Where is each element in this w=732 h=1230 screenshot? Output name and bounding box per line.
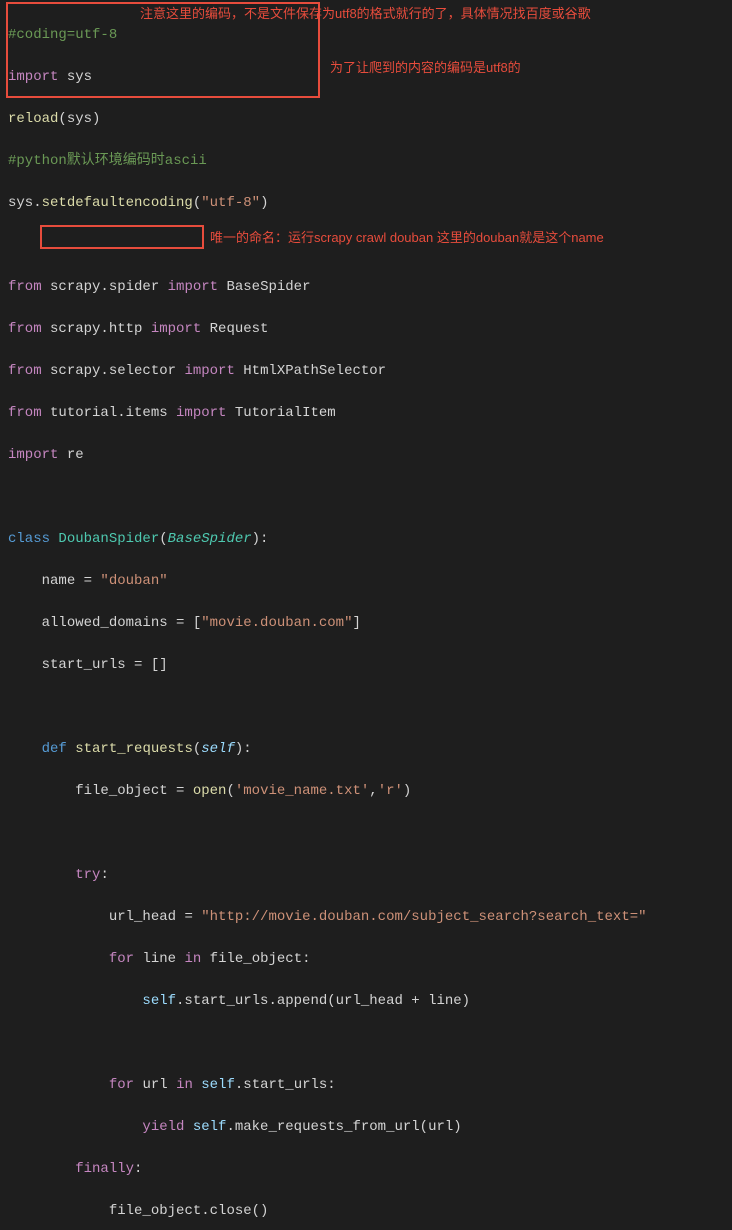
kw-import: import [184, 363, 234, 379]
kw-import: import [151, 321, 201, 337]
ident: sys [58, 69, 92, 85]
rest: .start_urls.append(url_head + line) [176, 993, 470, 1009]
assign: allowed_domains = [ [42, 615, 202, 631]
module: scrapy.http [42, 321, 151, 337]
kw-from: from [8, 405, 42, 421]
rest: file_object: [201, 951, 310, 967]
module: scrapy.selector [42, 363, 185, 379]
string: 'movie_name.txt' [235, 783, 369, 799]
func: setdefaultencoding [42, 195, 193, 211]
indent [8, 615, 42, 631]
kw-def: def [42, 741, 67, 757]
indent [8, 741, 42, 757]
ident: re [58, 447, 83, 463]
colon: : [134, 1161, 142, 1177]
string: "douban" [100, 573, 167, 589]
paren: ( [159, 531, 167, 547]
comma: , [369, 783, 377, 799]
paren: ): [252, 531, 269, 547]
paren: ) [403, 783, 411, 799]
func-name: start_requests [67, 741, 193, 757]
func: reload [8, 111, 58, 127]
kw-import: import [8, 447, 58, 463]
string: "movie.douban.com" [201, 615, 352, 631]
bracket: ] [352, 615, 360, 631]
kw-for: for [109, 1077, 134, 1093]
kw-finally: finally [75, 1161, 134, 1177]
kw-in: in [176, 1077, 193, 1093]
self: self [142, 993, 176, 1009]
param-self: self [201, 741, 235, 757]
ident: HtmlXPathSelector [235, 363, 386, 379]
stmt: file_object.close() [109, 1203, 269, 1219]
assign: file_object = [75, 783, 193, 799]
builtin: open [193, 783, 227, 799]
rest: .make_requests_from_url(url) [226, 1119, 461, 1135]
paren: ) [260, 195, 268, 211]
paren: ( [226, 783, 234, 799]
args: (sys) [58, 111, 100, 127]
class-name: DoubanSpider [50, 531, 159, 547]
var: line [134, 951, 184, 967]
paren: ( [193, 195, 201, 211]
kw-yield: yield [142, 1119, 184, 1135]
string: "http://movie.douban.com/subject_search?… [201, 909, 646, 925]
rest: .start_urls: [235, 1077, 336, 1093]
var: url [134, 1077, 176, 1093]
annotation-name-note: 唯一的命名：运行scrapy crawl douban 这里的douban就是这… [210, 228, 604, 248]
colon: : [100, 867, 108, 883]
assign: name = [42, 573, 101, 589]
annotation-utf8-note: 为了让爬到的内容的编码是utf8的 [330, 58, 521, 78]
ident: TutorialItem [226, 405, 335, 421]
assign: start_urls = [] [42, 657, 168, 673]
kw-try: try [75, 867, 100, 883]
code-editor: #coding=utf-8 import sys reload(sys) #py… [0, 0, 732, 1230]
kw-from: from [8, 321, 42, 337]
string: "utf-8" [201, 195, 260, 211]
ident: sys. [8, 195, 42, 211]
kw-from: from [8, 279, 42, 295]
code-comment: #coding=utf-8 [8, 27, 117, 43]
base-class: BaseSpider [168, 531, 252, 547]
ident: Request [201, 321, 268, 337]
kw-for: for [109, 951, 134, 967]
kw-class: class [8, 531, 50, 547]
paren: ): [235, 741, 252, 757]
ident: BaseSpider [218, 279, 310, 295]
kw-from: from [8, 363, 42, 379]
self: self [184, 1119, 226, 1135]
assign: url_head = [109, 909, 201, 925]
kw-import: import [8, 69, 58, 85]
kw-in: in [184, 951, 201, 967]
code-comment: #python默认环境编码时ascii [8, 153, 207, 169]
kw-import: import [168, 279, 218, 295]
module: tutorial.items [42, 405, 176, 421]
indent [8, 657, 42, 673]
kw-import: import [176, 405, 226, 421]
indent [8, 573, 42, 589]
module: scrapy.spider [42, 279, 168, 295]
string: 'r' [378, 783, 403, 799]
paren: ( [193, 741, 201, 757]
self: self [193, 1077, 235, 1093]
annotation-encoding-note: 注意这里的编码，不是文件保存为utf8的格式就行的了，具体情况找百度或谷歌 [140, 4, 591, 24]
